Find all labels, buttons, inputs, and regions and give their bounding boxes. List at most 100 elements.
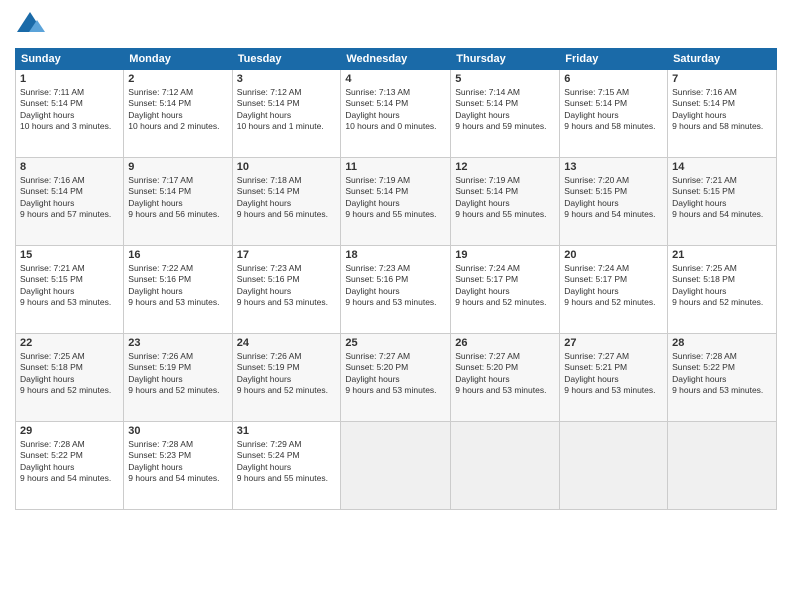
calendar-cell: 29 Sunrise: 7:28 AMSunset: 5:22 PMDaylig… — [16, 422, 124, 510]
day-info: Sunrise: 7:12 AMSunset: 5:14 PMDaylight … — [128, 87, 219, 131]
calendar-cell: 1 Sunrise: 7:11 AMSunset: 5:14 PMDayligh… — [16, 70, 124, 158]
day-number: 10 — [237, 161, 337, 173]
day-info: Sunrise: 7:19 AMSunset: 5:14 PMDaylight … — [345, 175, 436, 219]
logo-icon — [15, 10, 45, 40]
calendar-week-1: 1 Sunrise: 7:11 AMSunset: 5:14 PMDayligh… — [16, 70, 777, 158]
calendar-cell: 7 Sunrise: 7:16 AMSunset: 5:14 PMDayligh… — [668, 70, 777, 158]
calendar-cell: 6 Sunrise: 7:15 AMSunset: 5:14 PMDayligh… — [560, 70, 668, 158]
calendar-cell: 22 Sunrise: 7:25 AMSunset: 5:18 PMDaylig… — [16, 334, 124, 422]
day-info: Sunrise: 7:29 AMSunset: 5:24 PMDaylight … — [237, 439, 328, 483]
day-number: 27 — [564, 337, 663, 349]
day-info: Sunrise: 7:20 AMSunset: 5:15 PMDaylight … — [564, 175, 655, 219]
day-info: Sunrise: 7:16 AMSunset: 5:14 PMDaylight … — [672, 87, 763, 131]
calendar-cell: 8 Sunrise: 7:16 AMSunset: 5:14 PMDayligh… — [16, 158, 124, 246]
logo — [15, 10, 49, 40]
day-info: Sunrise: 7:17 AMSunset: 5:14 PMDaylight … — [128, 175, 219, 219]
day-number: 18 — [345, 249, 446, 261]
day-number: 23 — [128, 337, 227, 349]
day-number: 8 — [20, 161, 119, 173]
day-number: 15 — [20, 249, 119, 261]
day-number: 24 — [237, 337, 337, 349]
day-info: Sunrise: 7:15 AMSunset: 5:14 PMDaylight … — [564, 87, 655, 131]
calendar: SundayMondayTuesdayWednesdayThursdayFrid… — [15, 48, 777, 510]
day-number: 30 — [128, 425, 227, 437]
day-number: 22 — [20, 337, 119, 349]
calendar-cell: 3 Sunrise: 7:12 AMSunset: 5:14 PMDayligh… — [232, 70, 341, 158]
day-info: Sunrise: 7:23 AMSunset: 5:16 PMDaylight … — [237, 263, 328, 307]
calendar-week-2: 8 Sunrise: 7:16 AMSunset: 5:14 PMDayligh… — [16, 158, 777, 246]
calendar-cell: 30 Sunrise: 7:28 AMSunset: 5:23 PMDaylig… — [124, 422, 232, 510]
day-number: 28 — [672, 337, 772, 349]
day-number: 20 — [564, 249, 663, 261]
calendar-cell: 11 Sunrise: 7:19 AMSunset: 5:14 PMDaylig… — [341, 158, 451, 246]
calendar-header-row: SundayMondayTuesdayWednesdayThursdayFrid… — [16, 49, 777, 70]
day-number: 31 — [237, 425, 337, 437]
day-number: 12 — [455, 161, 555, 173]
day-number: 14 — [672, 161, 772, 173]
calendar-cell — [668, 422, 777, 510]
day-info: Sunrise: 7:14 AMSunset: 5:14 PMDaylight … — [455, 87, 546, 131]
calendar-cell: 31 Sunrise: 7:29 AMSunset: 5:24 PMDaylig… — [232, 422, 341, 510]
calendar-cell: 26 Sunrise: 7:27 AMSunset: 5:20 PMDaylig… — [451, 334, 560, 422]
calendar-cell: 17 Sunrise: 7:23 AMSunset: 5:16 PMDaylig… — [232, 246, 341, 334]
calendar-cell: 25 Sunrise: 7:27 AMSunset: 5:20 PMDaylig… — [341, 334, 451, 422]
calendar-cell: 10 Sunrise: 7:18 AMSunset: 5:14 PMDaylig… — [232, 158, 341, 246]
calendar-cell: 28 Sunrise: 7:28 AMSunset: 5:22 PMDaylig… — [668, 334, 777, 422]
calendar-cell — [560, 422, 668, 510]
page: SundayMondayTuesdayWednesdayThursdayFrid… — [0, 0, 792, 612]
day-number: 19 — [455, 249, 555, 261]
calendar-header-thursday: Thursday — [451, 49, 560, 70]
calendar-header-wednesday: Wednesday — [341, 49, 451, 70]
calendar-week-5: 29 Sunrise: 7:28 AMSunset: 5:22 PMDaylig… — [16, 422, 777, 510]
calendar-header-saturday: Saturday — [668, 49, 777, 70]
day-number: 4 — [345, 73, 446, 85]
day-info: Sunrise: 7:13 AMSunset: 5:14 PMDaylight … — [345, 87, 436, 131]
day-info: Sunrise: 7:21 AMSunset: 5:15 PMDaylight … — [672, 175, 763, 219]
calendar-cell: 21 Sunrise: 7:25 AMSunset: 5:18 PMDaylig… — [668, 246, 777, 334]
day-info: Sunrise: 7:18 AMSunset: 5:14 PMDaylight … — [237, 175, 328, 219]
day-number: 2 — [128, 73, 227, 85]
day-info: Sunrise: 7:27 AMSunset: 5:20 PMDaylight … — [345, 351, 436, 395]
day-info: Sunrise: 7:24 AMSunset: 5:17 PMDaylight … — [564, 263, 655, 307]
calendar-cell: 16 Sunrise: 7:22 AMSunset: 5:16 PMDaylig… — [124, 246, 232, 334]
day-info: Sunrise: 7:11 AMSunset: 5:14 PMDaylight … — [20, 87, 111, 131]
day-info: Sunrise: 7:27 AMSunset: 5:21 PMDaylight … — [564, 351, 655, 395]
calendar-cell: 12 Sunrise: 7:19 AMSunset: 5:14 PMDaylig… — [451, 158, 560, 246]
day-info: Sunrise: 7:24 AMSunset: 5:17 PMDaylight … — [455, 263, 546, 307]
calendar-header-friday: Friday — [560, 49, 668, 70]
calendar-header-tuesday: Tuesday — [232, 49, 341, 70]
day-number: 26 — [455, 337, 555, 349]
day-number: 1 — [20, 73, 119, 85]
day-number: 16 — [128, 249, 227, 261]
day-info: Sunrise: 7:16 AMSunset: 5:14 PMDaylight … — [20, 175, 111, 219]
calendar-cell: 23 Sunrise: 7:26 AMSunset: 5:19 PMDaylig… — [124, 334, 232, 422]
day-info: Sunrise: 7:26 AMSunset: 5:19 PMDaylight … — [237, 351, 328, 395]
day-number: 11 — [345, 161, 446, 173]
calendar-header-sunday: Sunday — [16, 49, 124, 70]
calendar-cell: 15 Sunrise: 7:21 AMSunset: 5:15 PMDaylig… — [16, 246, 124, 334]
calendar-cell: 4 Sunrise: 7:13 AMSunset: 5:14 PMDayligh… — [341, 70, 451, 158]
day-info: Sunrise: 7:25 AMSunset: 5:18 PMDaylight … — [672, 263, 763, 307]
calendar-cell: 27 Sunrise: 7:27 AMSunset: 5:21 PMDaylig… — [560, 334, 668, 422]
day-number: 29 — [20, 425, 119, 437]
day-number: 7 — [672, 73, 772, 85]
day-info: Sunrise: 7:25 AMSunset: 5:18 PMDaylight … — [20, 351, 111, 395]
day-number: 25 — [345, 337, 446, 349]
calendar-cell: 13 Sunrise: 7:20 AMSunset: 5:15 PMDaylig… — [560, 158, 668, 246]
day-number: 17 — [237, 249, 337, 261]
day-number: 3 — [237, 73, 337, 85]
calendar-week-3: 15 Sunrise: 7:21 AMSunset: 5:15 PMDaylig… — [16, 246, 777, 334]
day-info: Sunrise: 7:21 AMSunset: 5:15 PMDaylight … — [20, 263, 111, 307]
calendar-cell — [341, 422, 451, 510]
calendar-header-monday: Monday — [124, 49, 232, 70]
day-number: 6 — [564, 73, 663, 85]
calendar-cell: 9 Sunrise: 7:17 AMSunset: 5:14 PMDayligh… — [124, 158, 232, 246]
calendar-cell: 14 Sunrise: 7:21 AMSunset: 5:15 PMDaylig… — [668, 158, 777, 246]
day-info: Sunrise: 7:28 AMSunset: 5:22 PMDaylight … — [20, 439, 111, 483]
calendar-cell: 20 Sunrise: 7:24 AMSunset: 5:17 PMDaylig… — [560, 246, 668, 334]
calendar-cell: 24 Sunrise: 7:26 AMSunset: 5:19 PMDaylig… — [232, 334, 341, 422]
day-number: 9 — [128, 161, 227, 173]
day-info: Sunrise: 7:12 AMSunset: 5:14 PMDaylight … — [237, 87, 324, 131]
calendar-cell: 19 Sunrise: 7:24 AMSunset: 5:17 PMDaylig… — [451, 246, 560, 334]
calendar-cell — [451, 422, 560, 510]
